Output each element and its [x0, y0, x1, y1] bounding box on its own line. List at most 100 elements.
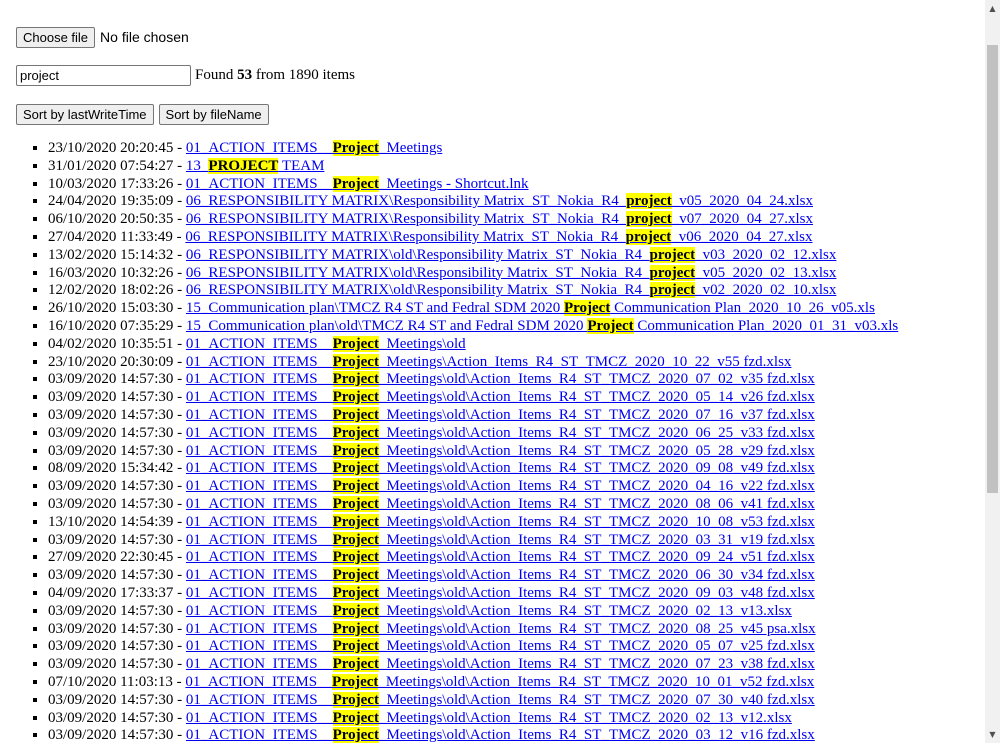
vertical-scrollbar[interactable]: ▲ ▼ — [985, 0, 1000, 743]
result-file-link[interactable]: 15_Communication plan\TMCZ R4 ST and Fed… — [186, 300, 875, 317]
result-item: 23/10/2020 20:20:45 - 01_ACTION_ITEMS__P… — [48, 140, 898, 158]
result-file-link[interactable]: 01_ACTION_ITEMS__Project_Meetings\old\Ac… — [186, 531, 815, 548]
result-item: 12/02/2020 18:02:26 - 06_RESPONSIBILITY … — [48, 282, 898, 300]
sort-by-lastwritetime-button[interactable]: Sort by lastWriteTime — [16, 103, 154, 125]
found-count: 53 — [237, 66, 253, 83]
result-path-suffix: _Meetings\old\Action_Items_R4_ST_TMCZ_20… — [378, 406, 815, 423]
result-path-suffix: _Meetings\old\Action_Items_R4_ST_TMCZ_20… — [378, 691, 815, 708]
result-file-link[interactable]: 13_PROJECT TEAM — [186, 157, 324, 174]
result-separator: - — [173, 602, 186, 619]
result-item: 03/09/2020 14:57:30 - 01_ACTION_ITEMS__P… — [48, 478, 898, 496]
result-match-highlight: project — [626, 193, 672, 210]
result-file-link[interactable]: 01_ACTION_ITEMS__Project_Meetings\old\Ac… — [185, 567, 815, 584]
scroll-down-arrow-icon[interactable]: ▼ — [985, 726, 1000, 743]
result-item: 31/01/2020 07:54:27 - 13_PROJECT TEAM — [48, 157, 898, 176]
result-path-prefix: 01_ACTION_ITEMS__ — [185, 567, 333, 584]
result-date: 16/10/2020 07:35:29 — [48, 317, 174, 334]
result-path-suffix: _v05_2020_02_13.xlsx — [695, 264, 837, 281]
result-file-link[interactable]: 06_RESPONSIBILITY MATRIX\Responsibility … — [186, 193, 813, 210]
result-match-highlight: Project — [332, 140, 379, 156]
result-date: 12/02/2020 18:02:26 — [48, 282, 174, 299]
result-file-link[interactable]: 01_ACTION_ITEMS__Project_Meetings\old\Ac… — [186, 602, 792, 619]
result-separator: - — [173, 709, 186, 726]
sort-by-filename-button[interactable]: Sort by fileName — [158, 103, 269, 125]
result-path-prefix: 01_ACTION_ITEMS__ — [185, 691, 333, 708]
result-item: 03/09/2020 14:57:30 - 01_ACTION_ITEMS__P… — [48, 709, 898, 728]
result-path-prefix: 01_ACTION_ITEMS__ — [185, 727, 333, 743]
result-file-link[interactable]: 01_ACTION_ITEMS__Project_Meetings - Shor… — [186, 175, 529, 192]
result-file-link[interactable]: 01_ACTION_ITEMS__Project_Meetings\old\Ac… — [186, 513, 815, 530]
file-status-text: No file chosen — [100, 29, 189, 45]
result-path-suffix: _Meetings\old\Action_Items_R4_ST_TMCZ_20… — [378, 442, 815, 459]
result-separator: - — [173, 513, 186, 530]
result-date: 23/10/2020 20:30:09 — [48, 353, 174, 370]
result-file-link[interactable]: 01_ACTION_ITEMS__Project_Meetings\old\Ac… — [186, 549, 815, 566]
result-separator: - — [173, 531, 186, 548]
result-file-link[interactable]: 06_RESPONSIBILITY MATRIX\old\Responsibil… — [185, 282, 836, 299]
result-item: 06/10/2020 20:50:35 - 06_RESPONSIBILITY … — [48, 211, 898, 229]
result-file-link[interactable]: 01_ACTION_ITEMS__Project_Meetings\old\Ac… — [185, 673, 814, 690]
result-file-link[interactable]: 01_ACTION_ITEMS__Project_Meetings\Action… — [186, 353, 791, 370]
result-file-link[interactable]: 01_ACTION_ITEMS__Project_Meetings\old\Ac… — [186, 638, 815, 655]
result-file-link[interactable]: 01_ACTION_ITEMS__Project_Meetings\old\Ac… — [185, 691, 815, 708]
result-date: 10/03/2020 17:33:26 — [48, 175, 174, 192]
result-separator: - — [173, 638, 186, 655]
result-path-prefix: 01_ACTION_ITEMS__ — [185, 442, 333, 459]
result-match-highlight: Project — [332, 709, 379, 726]
result-file-link[interactable]: 01_ACTION_ITEMS__Project_Meetings — [186, 140, 442, 156]
result-match-highlight: project — [649, 246, 696, 263]
result-file-link[interactable]: 01_ACTION_ITEMS__Project_Meetings\old\Ac… — [186, 495, 815, 512]
result-date: 06/10/2020 20:50:35 — [48, 211, 174, 228]
result-match-highlight: Project — [332, 513, 379, 530]
search-input[interactable] — [16, 64, 191, 86]
result-file-link[interactable]: 06_RESPONSIBILITY MATRIX\Responsibility … — [186, 211, 813, 228]
result-path-prefix: 06_RESPONSIBILITY MATRIX\old\Responsibil… — [185, 264, 650, 281]
result-path-prefix: 06_RESPONSIBILITY MATRIX\old\Responsibil… — [185, 282, 650, 299]
result-path-suffix: _Meetings\old\Action_Items_R4_ST_TMCZ_20… — [378, 709, 792, 726]
result-file-link[interactable]: 01_ACTION_ITEMS__Project_Meetings\old\Ac… — [186, 584, 815, 601]
result-file-link[interactable]: 01_ACTION_ITEMS__Project_Meetings\old\Ac… — [186, 424, 815, 441]
result-path-suffix: _Meetings\old\Action_Items_R4_ST_TMCZ_20… — [378, 389, 815, 406]
result-path-prefix: 01_ACTION_ITEMS__ — [185, 620, 333, 637]
result-path-suffix: Communication Plan_2020_01_31_v03.xls — [633, 317, 899, 334]
result-separator: - — [173, 157, 186, 174]
result-match-highlight: Project — [332, 549, 379, 566]
file-picker: Choose file No file chosen — [16, 26, 189, 48]
result-file-link[interactable]: 06_RESPONSIBILITY MATRIX\old\Responsibil… — [186, 246, 836, 263]
result-file-link[interactable]: 01_ACTION_ITEMS__Project_Meetings\old\Ac… — [186, 727, 815, 743]
result-separator: - — [173, 193, 186, 210]
result-match-highlight: Project — [332, 656, 379, 673]
result-match-highlight: Project — [332, 371, 379, 388]
result-file-link[interactable]: 01_ACTION_ITEMS__Project_Meetings\old\Ac… — [185, 620, 816, 637]
result-date: 03/09/2020 14:57:30 — [48, 638, 174, 655]
scroll-up-arrow-icon[interactable]: ▲ — [985, 0, 1000, 17]
result-item: 03/09/2020 14:57:30 - 01_ACTION_ITEMS__P… — [48, 495, 898, 514]
result-date: 07/10/2020 11:03:13 — [48, 673, 173, 690]
result-item: 03/09/2020 14:57:30 - 01_ACTION_ITEMS__P… — [48, 424, 898, 443]
result-match-highlight: Project — [332, 602, 379, 619]
result-file-link[interactable]: 01_ACTION_ITEMS__Project_Meetings\old\Ac… — [185, 442, 815, 459]
result-date: 03/09/2020 14:57:30 — [48, 727, 174, 743]
result-separator: - — [173, 211, 186, 228]
result-match-highlight: Project — [332, 620, 379, 637]
result-path-prefix: 06_RESPONSIBILITY MATRIX\Responsibility … — [185, 228, 626, 245]
result-date: 03/09/2020 14:57:30 — [48, 389, 174, 406]
result-date: 03/09/2020 14:57:30 — [48, 709, 174, 726]
scrollbar-thumb[interactable] — [987, 45, 998, 493]
result-file-link[interactable]: 01_ACTION_ITEMS__Project_Meetings\old\Ac… — [186, 478, 815, 495]
result-file-link[interactable]: 01_ACTION_ITEMS__Project_Meetings\old\Ac… — [186, 460, 815, 477]
result-file-link[interactable]: 01_ACTION_ITEMS__Project_Meetings\old — [186, 335, 466, 352]
result-match-highlight: project — [649, 282, 696, 299]
result-file-link[interactable]: 01_ACTION_ITEMS__Project_Meetings\old\Ac… — [186, 406, 815, 423]
result-file-link[interactable]: 01_ACTION_ITEMS__Project_Meetings\old\Ac… — [186, 389, 815, 406]
result-file-link[interactable]: 01_ACTION_ITEMS__Project_Meetings\old\Ac… — [186, 656, 815, 673]
result-file-link[interactable]: 15_Communication plan\old\TMCZ R4 ST and… — [186, 317, 899, 334]
choose-file-button[interactable]: Choose file — [16, 26, 96, 48]
result-file-link[interactable]: 06_RESPONSIBILITY MATRIX\Responsibility … — [185, 228, 812, 245]
result-date: 03/09/2020 14:57:30 — [48, 478, 174, 495]
result-file-link[interactable]: 01_ACTION_ITEMS__Project_Meetings\old\Ac… — [186, 371, 815, 388]
result-separator: - — [173, 495, 186, 512]
result-separator: - — [173, 335, 186, 352]
result-file-link[interactable]: 01_ACTION_ITEMS__Project_Meetings\old\Ac… — [186, 709, 792, 726]
result-file-link[interactable]: 06_RESPONSIBILITY MATRIX\old\Responsibil… — [185, 264, 837, 281]
